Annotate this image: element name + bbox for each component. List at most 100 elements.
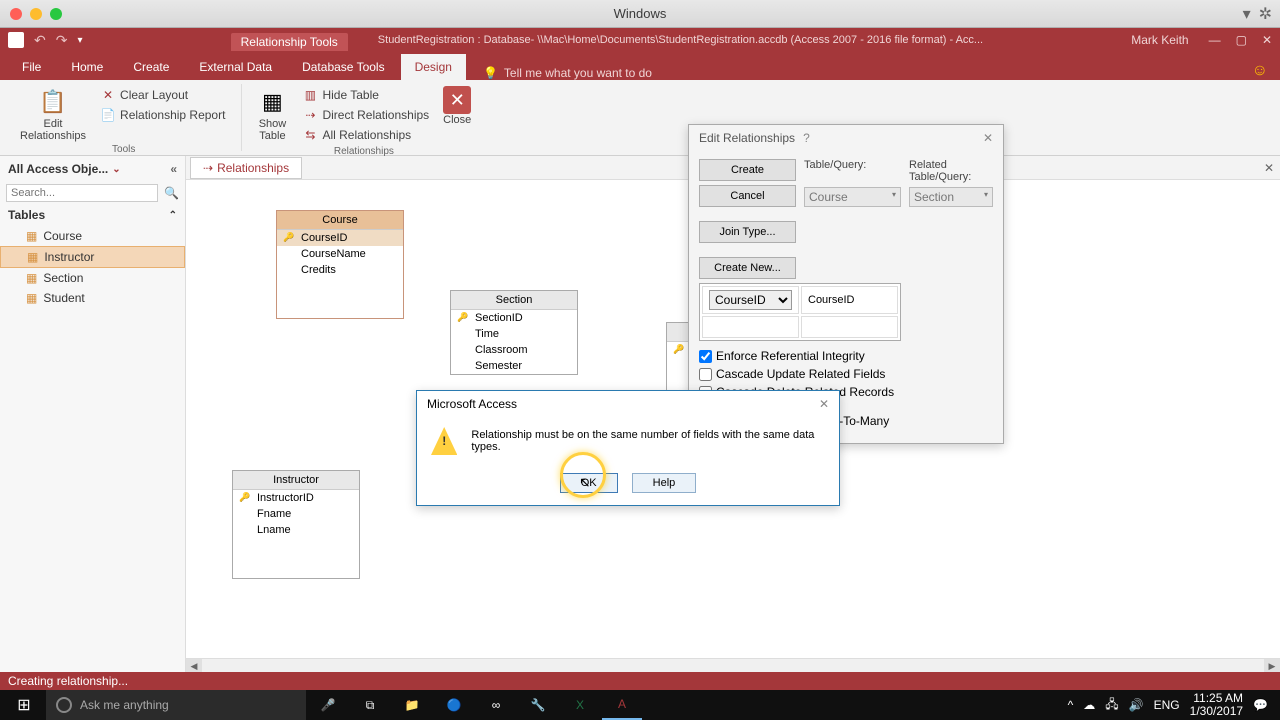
undo-icon[interactable]: ↶ [34, 32, 46, 49]
create-new-button[interactable]: Create New... [699, 257, 796, 279]
enforce-integrity-checkbox[interactable]: Enforce Referential Integrity [699, 349, 901, 363]
notifications-icon[interactable]: 💬 [1253, 698, 1268, 712]
tab-create[interactable]: Create [119, 54, 183, 80]
right-field-cell[interactable]: CourseID [801, 286, 898, 314]
ok-button[interactable]: OK [560, 473, 618, 493]
tray-up-icon[interactable]: ^ [1068, 698, 1074, 712]
nav-item-instructor[interactable]: ▦Instructor [0, 246, 185, 268]
help-button[interactable]: Help [632, 473, 697, 493]
file-explorer-icon[interactable]: 📁 [392, 690, 432, 720]
cancel-button[interactable]: Cancel [699, 185, 796, 207]
field-lname[interactable]: Lname [233, 522, 359, 538]
warning-icon: ! [431, 427, 457, 455]
nav-section-tables[interactable]: Tables⌃ [0, 204, 185, 226]
tab-file[interactable]: File [8, 54, 55, 80]
direct-relationships-button[interactable]: ⇢Direct Relationships [298, 106, 433, 124]
relationship-report-button[interactable]: 📄Relationship Report [96, 106, 229, 124]
clock[interactable]: 11:25 AM 1/30/2017 [1190, 692, 1243, 718]
mic-icon[interactable]: 🎤 [308, 690, 348, 720]
alert-close-icon[interactable]: ✕ [819, 397, 829, 411]
field-fname[interactable]: Fname [233, 506, 359, 522]
windows-taskbar: ⊞ Ask me anything 🎤 ⧉ 📁 🔵 ∞ 🔧 X A ^ ☁ 🖧 … [0, 690, 1280, 720]
hide-table-button[interactable]: ▥Hide Table [298, 86, 433, 104]
excel-icon[interactable]: X [560, 690, 600, 720]
win-minimize[interactable]: — [1209, 33, 1221, 47]
join-type-button[interactable]: Join Type... [699, 221, 796, 243]
nav-header[interactable]: All Access Obje...⌄ « [0, 156, 185, 182]
doc-tab-close-icon[interactable]: ✕ [1264, 161, 1274, 175]
table-header: Instructor [233, 471, 359, 490]
nav-pane: All Access Obje...⌄ « 🔍 Tables⌃ ▦Course … [0, 156, 186, 672]
table-dropdown[interactable]: Course▾ [804, 187, 901, 207]
nav-item-course[interactable]: ▦Course [0, 226, 185, 246]
contextual-tab-label: Relationship Tools [231, 33, 348, 51]
app-icon[interactable]: 🔧 [518, 690, 558, 720]
visual-studio-icon[interactable]: ∞ [476, 690, 516, 720]
win-close[interactable]: ✕ [1262, 33, 1272, 47]
clear-layout-button[interactable]: ✕Clear Layout [96, 86, 229, 104]
table-icon: ▦ [26, 229, 37, 243]
show-table-button[interactable]: ▦ Show Table [250, 84, 294, 146]
mac-title: Windows [614, 6, 667, 21]
nav-item-section[interactable]: ▦Section [0, 268, 185, 288]
field-sectionid[interactable]: SectionID [451, 310, 577, 326]
cortana-search[interactable]: Ask me anything [46, 690, 306, 720]
search-icon[interactable]: 🔍 [162, 184, 181, 202]
fields-grid[interactable]: CourseID CourseID [699, 283, 901, 341]
network-icon[interactable]: 🖧 [1105, 695, 1118, 716]
feedback-smiley-icon[interactable]: ☺ [1252, 62, 1268, 80]
start-button[interactable]: ⊞ [4, 690, 44, 720]
table-course[interactable]: Course CourseID CourseName Credits [276, 210, 404, 319]
related-table-dropdown[interactable]: Section▾ [909, 187, 993, 207]
field-time[interactable]: Time [451, 326, 577, 342]
nav-collapse-icon[interactable]: « [170, 162, 177, 176]
clear-layout-icon: ✕ [100, 87, 116, 103]
tab-design[interactable]: Design [401, 54, 466, 80]
task-view-icon[interactable]: ⧉ [350, 690, 390, 720]
alert-message: Relationship must be on the same number … [471, 429, 825, 453]
edit-relationships-button[interactable]: 📋 Edit Relationships [14, 84, 92, 144]
document-tab-relationships[interactable]: ⇢Relationships [190, 157, 302, 179]
table-section[interactable]: Section SectionID Time Classroom Semeste… [450, 290, 578, 375]
field-instructorid[interactable]: InstructorID [233, 490, 359, 506]
field-courseid[interactable]: CourseID [277, 230, 403, 246]
chrome-icon[interactable]: 🔵 [434, 690, 474, 720]
nav-item-student[interactable]: ▦Student [0, 288, 185, 308]
tab-external-data[interactable]: External Data [185, 54, 286, 80]
field-semester[interactable]: Semester [451, 358, 577, 374]
create-button[interactable]: Create [699, 159, 796, 181]
tab-database-tools[interactable]: Database Tools [288, 54, 399, 80]
horizontal-scrollbar[interactable]: ◀ ▶ [186, 658, 1280, 672]
mac-menu-icon[interactable]: ▾ [1243, 4, 1251, 24]
close-button[interactable]: ✕ Close [437, 84, 477, 146]
mac-gear-icon[interactable]: ✲ [1259, 4, 1272, 24]
table-header: Course [277, 211, 403, 230]
volume-icon[interactable]: 🔊 [1129, 698, 1144, 712]
access-titlebar: ↶ ↷ ▾ Relationship Tools StudentRegistra… [0, 28, 1280, 52]
save-icon[interactable] [8, 32, 24, 48]
field-coursename[interactable]: CourseName [277, 246, 403, 262]
win-restore[interactable]: ▢ [1236, 33, 1247, 47]
tab-home[interactable]: Home [57, 54, 117, 80]
all-relationships-button[interactable]: ⇆All Relationships [298, 126, 433, 144]
language-indicator[interactable]: ENG [1154, 698, 1180, 712]
cascade-update-checkbox[interactable]: Cascade Update Related Fields [699, 367, 901, 381]
onedrive-icon[interactable]: ☁ [1083, 698, 1095, 712]
scroll-left-icon[interactable]: ◀ [186, 659, 202, 672]
dialog-close-icon[interactable]: ✕ [983, 131, 993, 145]
search-input[interactable] [6, 184, 158, 202]
dialog-help-icon[interactable]: ? [803, 131, 810, 145]
left-field-select[interactable]: CourseID [709, 290, 792, 310]
mac-minimize[interactable] [30, 8, 42, 20]
status-text: Creating relationship... [8, 674, 128, 688]
redo-icon[interactable]: ↷ [56, 32, 68, 49]
hide-table-icon: ▥ [302, 87, 318, 103]
tell-me[interactable]: Tell me what you want to do [483, 66, 652, 80]
field-credits[interactable]: Credits [277, 262, 403, 278]
mac-maximize[interactable] [50, 8, 62, 20]
scroll-right-icon[interactable]: ▶ [1264, 659, 1280, 672]
mac-close[interactable] [10, 8, 22, 20]
access-icon[interactable]: A [602, 690, 642, 720]
table-instructor[interactable]: Instructor InstructorID Fname Lname [232, 470, 360, 579]
field-classroom[interactable]: Classroom [451, 342, 577, 358]
